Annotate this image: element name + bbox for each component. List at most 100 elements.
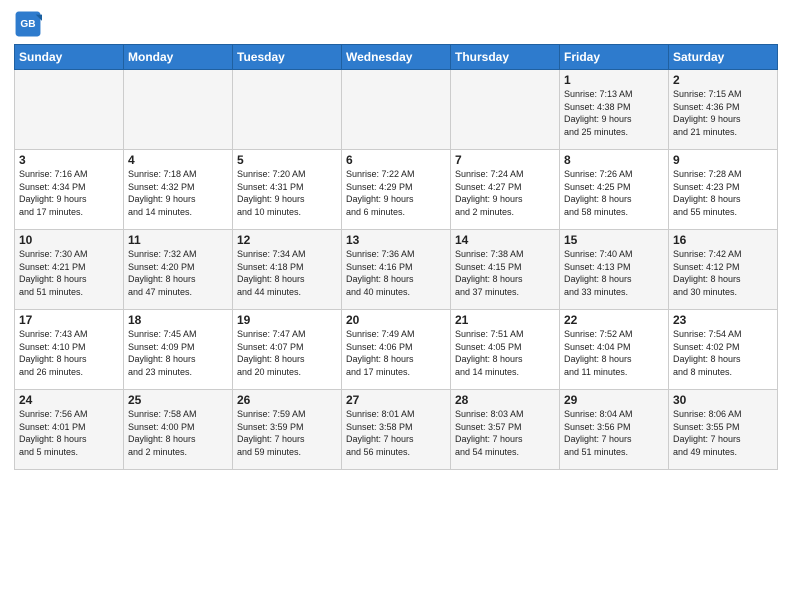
day-cell — [451, 70, 560, 150]
day-info: Sunrise: 7:18 AM Sunset: 4:32 PM Dayligh… — [128, 168, 228, 218]
day-number: 30 — [673, 393, 773, 407]
day-number: 10 — [19, 233, 119, 247]
day-info: Sunrise: 7:45 AM Sunset: 4:09 PM Dayligh… — [128, 328, 228, 378]
day-number: 2 — [673, 73, 773, 87]
day-info: Sunrise: 7:22 AM Sunset: 4:29 PM Dayligh… — [346, 168, 446, 218]
day-number: 11 — [128, 233, 228, 247]
day-number: 12 — [237, 233, 337, 247]
logo-icon: GB — [14, 10, 42, 38]
day-number: 13 — [346, 233, 446, 247]
day-cell — [342, 70, 451, 150]
col-header-friday: Friday — [560, 45, 669, 70]
day-cell: 18Sunrise: 7:45 AM Sunset: 4:09 PM Dayli… — [124, 310, 233, 390]
day-number: 24 — [19, 393, 119, 407]
day-cell: 10Sunrise: 7:30 AM Sunset: 4:21 PM Dayli… — [15, 230, 124, 310]
day-info: Sunrise: 7:32 AM Sunset: 4:20 PM Dayligh… — [128, 248, 228, 298]
day-info: Sunrise: 7:40 AM Sunset: 4:13 PM Dayligh… — [564, 248, 664, 298]
day-cell: 12Sunrise: 7:34 AM Sunset: 4:18 PM Dayli… — [233, 230, 342, 310]
page-header: GB — [14, 10, 778, 38]
day-number: 3 — [19, 153, 119, 167]
day-cell: 20Sunrise: 7:49 AM Sunset: 4:06 PM Dayli… — [342, 310, 451, 390]
day-cell: 26Sunrise: 7:59 AM Sunset: 3:59 PM Dayli… — [233, 390, 342, 470]
day-number: 17 — [19, 313, 119, 327]
day-info: Sunrise: 8:06 AM Sunset: 3:55 PM Dayligh… — [673, 408, 773, 458]
day-cell: 17Sunrise: 7:43 AM Sunset: 4:10 PM Dayli… — [15, 310, 124, 390]
day-cell — [124, 70, 233, 150]
day-number: 8 — [564, 153, 664, 167]
day-cell — [15, 70, 124, 150]
day-cell: 21Sunrise: 7:51 AM Sunset: 4:05 PM Dayli… — [451, 310, 560, 390]
week-row-1: 1Sunrise: 7:13 AM Sunset: 4:38 PM Daylig… — [15, 70, 778, 150]
day-cell: 2Sunrise: 7:15 AM Sunset: 4:36 PM Daylig… — [669, 70, 778, 150]
day-info: Sunrise: 7:20 AM Sunset: 4:31 PM Dayligh… — [237, 168, 337, 218]
day-cell: 16Sunrise: 7:42 AM Sunset: 4:12 PM Dayli… — [669, 230, 778, 310]
col-header-thursday: Thursday — [451, 45, 560, 70]
day-cell: 19Sunrise: 7:47 AM Sunset: 4:07 PM Dayli… — [233, 310, 342, 390]
day-cell: 8Sunrise: 7:26 AM Sunset: 4:25 PM Daylig… — [560, 150, 669, 230]
day-cell — [233, 70, 342, 150]
day-cell: 25Sunrise: 7:58 AM Sunset: 4:00 PM Dayli… — [124, 390, 233, 470]
day-info: Sunrise: 7:15 AM Sunset: 4:36 PM Dayligh… — [673, 88, 773, 138]
day-info: Sunrise: 8:01 AM Sunset: 3:58 PM Dayligh… — [346, 408, 446, 458]
logo: GB — [14, 10, 44, 38]
day-info: Sunrise: 7:43 AM Sunset: 4:10 PM Dayligh… — [19, 328, 119, 378]
day-cell: 14Sunrise: 7:38 AM Sunset: 4:15 PM Dayli… — [451, 230, 560, 310]
week-row-5: 24Sunrise: 7:56 AM Sunset: 4:01 PM Dayli… — [15, 390, 778, 470]
day-number: 20 — [346, 313, 446, 327]
day-info: Sunrise: 7:16 AM Sunset: 4:34 PM Dayligh… — [19, 168, 119, 218]
day-number: 16 — [673, 233, 773, 247]
day-cell: 30Sunrise: 8:06 AM Sunset: 3:55 PM Dayli… — [669, 390, 778, 470]
day-cell: 27Sunrise: 8:01 AM Sunset: 3:58 PM Dayli… — [342, 390, 451, 470]
day-number: 5 — [237, 153, 337, 167]
day-info: Sunrise: 7:58 AM Sunset: 4:00 PM Dayligh… — [128, 408, 228, 458]
day-number: 14 — [455, 233, 555, 247]
day-cell: 23Sunrise: 7:54 AM Sunset: 4:02 PM Dayli… — [669, 310, 778, 390]
day-number: 9 — [673, 153, 773, 167]
day-cell: 7Sunrise: 7:24 AM Sunset: 4:27 PM Daylig… — [451, 150, 560, 230]
col-header-wednesday: Wednesday — [342, 45, 451, 70]
day-info: Sunrise: 7:56 AM Sunset: 4:01 PM Dayligh… — [19, 408, 119, 458]
col-header-monday: Monday — [124, 45, 233, 70]
week-row-3: 10Sunrise: 7:30 AM Sunset: 4:21 PM Dayli… — [15, 230, 778, 310]
day-info: Sunrise: 7:49 AM Sunset: 4:06 PM Dayligh… — [346, 328, 446, 378]
day-info: Sunrise: 8:03 AM Sunset: 3:57 PM Dayligh… — [455, 408, 555, 458]
day-number: 19 — [237, 313, 337, 327]
day-cell: 15Sunrise: 7:40 AM Sunset: 4:13 PM Dayli… — [560, 230, 669, 310]
day-info: Sunrise: 7:30 AM Sunset: 4:21 PM Dayligh… — [19, 248, 119, 298]
calendar-header-row: SundayMondayTuesdayWednesdayThursdayFrid… — [15, 45, 778, 70]
day-number: 27 — [346, 393, 446, 407]
day-cell: 5Sunrise: 7:20 AM Sunset: 4:31 PM Daylig… — [233, 150, 342, 230]
day-number: 15 — [564, 233, 664, 247]
day-cell: 1Sunrise: 7:13 AM Sunset: 4:38 PM Daylig… — [560, 70, 669, 150]
main-container: GB SundayMondayTuesdayWednesdayThursdayF… — [0, 0, 792, 476]
day-info: Sunrise: 7:38 AM Sunset: 4:15 PM Dayligh… — [455, 248, 555, 298]
day-info: Sunrise: 7:26 AM Sunset: 4:25 PM Dayligh… — [564, 168, 664, 218]
day-info: Sunrise: 7:47 AM Sunset: 4:07 PM Dayligh… — [237, 328, 337, 378]
day-info: Sunrise: 7:51 AM Sunset: 4:05 PM Dayligh… — [455, 328, 555, 378]
day-cell: 6Sunrise: 7:22 AM Sunset: 4:29 PM Daylig… — [342, 150, 451, 230]
day-number: 26 — [237, 393, 337, 407]
col-header-sunday: Sunday — [15, 45, 124, 70]
day-number: 28 — [455, 393, 555, 407]
calendar-table: SundayMondayTuesdayWednesdayThursdayFrid… — [14, 44, 778, 470]
col-header-saturday: Saturday — [669, 45, 778, 70]
day-cell: 13Sunrise: 7:36 AM Sunset: 4:16 PM Dayli… — [342, 230, 451, 310]
day-cell: 29Sunrise: 8:04 AM Sunset: 3:56 PM Dayli… — [560, 390, 669, 470]
day-number: 25 — [128, 393, 228, 407]
day-number: 29 — [564, 393, 664, 407]
day-cell: 24Sunrise: 7:56 AM Sunset: 4:01 PM Dayli… — [15, 390, 124, 470]
week-row-4: 17Sunrise: 7:43 AM Sunset: 4:10 PM Dayli… — [15, 310, 778, 390]
day-number: 6 — [346, 153, 446, 167]
day-info: Sunrise: 7:24 AM Sunset: 4:27 PM Dayligh… — [455, 168, 555, 218]
day-number: 23 — [673, 313, 773, 327]
day-info: Sunrise: 7:13 AM Sunset: 4:38 PM Dayligh… — [564, 88, 664, 138]
day-info: Sunrise: 7:42 AM Sunset: 4:12 PM Dayligh… — [673, 248, 773, 298]
svg-text:GB: GB — [20, 19, 35, 30]
day-info: Sunrise: 7:54 AM Sunset: 4:02 PM Dayligh… — [673, 328, 773, 378]
week-row-2: 3Sunrise: 7:16 AM Sunset: 4:34 PM Daylig… — [15, 150, 778, 230]
day-cell: 4Sunrise: 7:18 AM Sunset: 4:32 PM Daylig… — [124, 150, 233, 230]
day-cell: 3Sunrise: 7:16 AM Sunset: 4:34 PM Daylig… — [15, 150, 124, 230]
day-cell: 9Sunrise: 7:28 AM Sunset: 4:23 PM Daylig… — [669, 150, 778, 230]
day-info: Sunrise: 8:04 AM Sunset: 3:56 PM Dayligh… — [564, 408, 664, 458]
day-number: 18 — [128, 313, 228, 327]
